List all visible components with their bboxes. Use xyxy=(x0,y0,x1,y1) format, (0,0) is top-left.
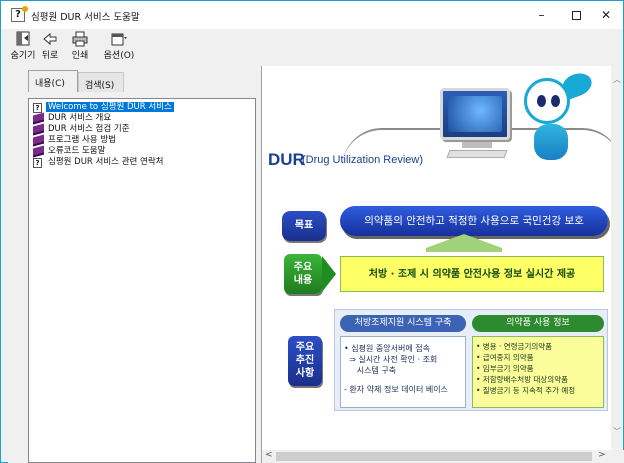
main-use-text: 처방 · 조제 시 의약품 안전사용 정보 실시간 제공 xyxy=(340,256,604,292)
tree-item-welcome[interactable]: ? Welcome to 심평원 DUR 서비스 xyxy=(33,102,174,113)
book-icon xyxy=(33,145,44,158)
main-use-badge-line1: 주요 xyxy=(293,262,313,273)
info-item: • 임부금기 의약품 xyxy=(476,364,534,373)
tree-item-criteria[interactable]: DUR 서비스 점검 기준 xyxy=(33,123,132,136)
tree-item-label: 오류코드 도움말 xyxy=(48,146,106,156)
info-list: • 병용 · 연령금기의약품 • 급여중지 의약품 • 임부금기 의약품 • 저… xyxy=(472,336,604,408)
scroll-up-icon[interactable]: ︿ xyxy=(613,74,621,85)
monitor-stand xyxy=(462,142,492,148)
mascot-eye xyxy=(537,95,546,107)
mascot-illustration xyxy=(524,78,570,124)
vertical-scrollbar[interactable]: ︿ ﹀ xyxy=(611,66,623,451)
system-item: 시스템 구축 xyxy=(344,366,397,375)
tree-item-label: 심평원 DUR 서비스 관련 연락처 xyxy=(48,157,164,167)
scroll-down-icon[interactable]: ﹀ xyxy=(613,426,621,437)
nav-tabs: 내용(C) 검색(S) xyxy=(8,68,258,92)
close-button[interactable]: ✕ xyxy=(589,1,623,29)
system-header: 처방조제지원 시스템 구축 xyxy=(340,315,466,332)
content-pane: DUR (Drug Utilization Review) 목표 의약품의 안전… xyxy=(261,66,624,463)
tab-contents[interactable]: 내용(C) xyxy=(28,70,78,92)
info-item: • 병용 · 연령금기의약품 xyxy=(476,342,553,351)
dur-subtitle: (Drug Utilization Review) xyxy=(302,154,424,166)
goal-text: 의약품의 안전하고 적정한 사용으로 국민건강 보호 xyxy=(340,206,608,236)
info-header: 의약품 사용 정보 xyxy=(472,315,604,332)
monitor-illustration xyxy=(440,88,510,140)
options-button[interactable]: 옵션(O) xyxy=(97,31,141,61)
tree-item-label: DUR 서비스 점검 기준 xyxy=(48,124,130,134)
tree-item-error-codes[interactable]: 오류코드 도움말 xyxy=(33,145,107,158)
dur-title: DUR xyxy=(268,150,305,169)
tree-item-overview[interactable]: DUR 서비스 개요 xyxy=(33,112,113,125)
print-button[interactable]: 인쇄 xyxy=(67,31,93,61)
horizontal-scrollbar[interactable]: < > xyxy=(262,450,624,463)
keyboard-illustration xyxy=(446,150,508,158)
main-use-badge: 주요 내용 xyxy=(284,254,322,294)
system-item: • 심평원 중앙서버에 접속 xyxy=(344,344,430,353)
book-icon xyxy=(33,134,44,147)
options-icon xyxy=(110,31,128,47)
help-window: ? 심평원 DUR 서비스 도움말 – ✕ 숨기기 뒤로 인쇄 옵션(O) 내용… xyxy=(0,0,624,463)
help-page-icon: ? xyxy=(33,103,42,113)
right-arrow-icon xyxy=(322,256,336,292)
contents-tree: ? Welcome to 심평원 DUR 서비스 DUR 서비스 개요 DUR … xyxy=(28,98,256,463)
up-arrow-stem xyxy=(426,248,502,252)
main-use-badge-line2: 내용 xyxy=(293,275,313,286)
key-badge-line3: 사항 xyxy=(295,368,315,379)
maximize-icon xyxy=(572,11,581,20)
content-area: DUR (Drug Utilization Review) 목표 의약품의 안전… xyxy=(262,66,612,448)
toolbar: 숨기기 뒤로 인쇄 옵션(O) xyxy=(1,29,623,63)
back-button[interactable]: 뒤로 xyxy=(39,31,61,61)
printer-icon xyxy=(71,31,89,47)
key-items-badge: 주요 추진 사항 xyxy=(288,336,322,386)
tree-item-label: DUR 서비스 개요 xyxy=(48,113,112,123)
info-item: • 저함량배수처방 대상의약품 xyxy=(476,375,568,384)
info-item: • 급여중지 의약품 xyxy=(476,353,534,362)
key-badge-line2: 추진 xyxy=(295,355,315,366)
scroll-left-icon[interactable]: < xyxy=(265,450,273,460)
tree-item-contacts[interactable]: ? 심평원 DUR 서비스 관련 연락처 xyxy=(33,157,166,168)
hide-label: 숨기기 xyxy=(10,51,36,61)
navigation-pane: 내용(C) 검색(S) ? Welcome to 심평원 DUR 서비스 DUR… xyxy=(8,68,258,463)
system-item: - 환자 약제 정보 데이터 베이스 xyxy=(344,385,448,394)
mascot-eye xyxy=(551,95,560,107)
help-page-icon: ? xyxy=(33,158,42,168)
hide-pane-icon xyxy=(14,31,32,47)
help-app-icon: ? xyxy=(11,6,28,22)
window-title: 심평원 DUR 서비스 도움말 xyxy=(31,12,140,23)
back-arrow-icon xyxy=(41,31,59,47)
back-label: 뒤로 xyxy=(41,51,59,61)
hide-button[interactable]: 숨기기 xyxy=(9,31,37,61)
up-arrow-icon xyxy=(426,234,502,248)
book-icon xyxy=(33,123,44,136)
tree-item-label: Welcome to 심평원 DUR 서비스 xyxy=(46,102,174,112)
mascot-body xyxy=(534,124,568,160)
monitor-screen xyxy=(448,96,502,132)
options-label: 옵션(O) xyxy=(103,51,135,61)
print-label: 인쇄 xyxy=(71,51,89,61)
tree-item-label: 프로그램 사용 방법 xyxy=(48,135,116,145)
tree-item-usage[interactable]: 프로그램 사용 방법 xyxy=(33,134,118,147)
book-icon xyxy=(33,112,44,125)
goal-badge: 목표 xyxy=(282,211,326,241)
key-badge-line1: 주요 xyxy=(295,342,315,353)
horizontal-scroll-thumb[interactable] xyxy=(276,452,592,461)
tab-search[interactable]: 검색(S) xyxy=(78,72,124,92)
title-bar: ? 심평원 DUR 서비스 도움말 – ✕ xyxy=(1,1,623,29)
system-list: • 심평원 중앙서버에 접속 ⇒ 실시간 사전 확인 · 조회 시스템 구축 -… xyxy=(340,336,466,408)
info-item: • 질병금기 등 지속적 추가 예정 xyxy=(476,386,576,395)
scroll-right-icon[interactable]: > xyxy=(598,450,606,460)
system-item: ⇒ 실시간 사전 확인 · 조회 xyxy=(344,355,438,364)
